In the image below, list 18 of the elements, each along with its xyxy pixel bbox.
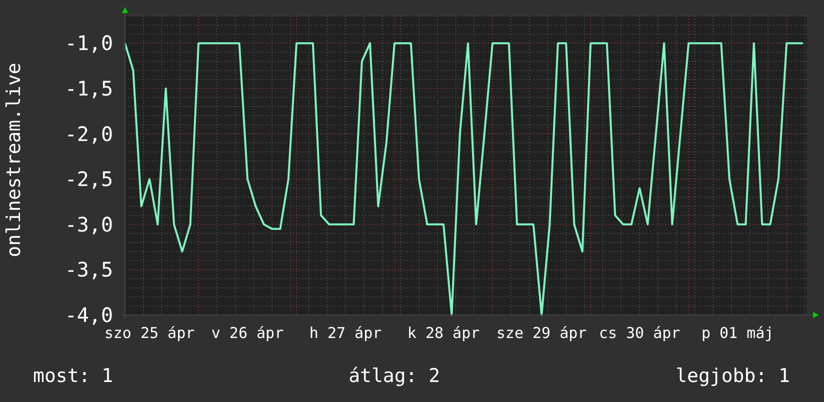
x-axis-label: sze 29 ápr — [496, 324, 587, 342]
y-axis-label: -1,0 — [64, 31, 113, 56]
y-axis-label: -2,0 — [64, 122, 113, 146]
x-axis-label: k 28 ápr — [407, 324, 480, 342]
x-axis-label: h 27 ápr — [309, 324, 382, 342]
x-axis-label: szo 25 ápr — [104, 324, 195, 342]
legend-text: legjobb: 1 — [676, 364, 790, 389]
x-axis-label: v 26 ápr — [211, 324, 284, 342]
y-axis-label: -2,5 — [64, 167, 113, 192]
x-axis-label: p 01 máj — [701, 324, 774, 342]
y-axis-label: -4,0 — [64, 303, 113, 327]
y-axis-label: -3,0 — [64, 212, 113, 236]
x-axis-label: cs 30 ápr — [598, 324, 680, 342]
legend-text: most: 1 — [33, 364, 114, 389]
axis-title: onlinestream.live — [3, 62, 25, 258]
y-axis-label: -3,5 — [64, 258, 113, 282]
y-axis-label: -1,5 — [64, 76, 113, 100]
legend-text: átlag: 2 — [348, 364, 440, 389]
